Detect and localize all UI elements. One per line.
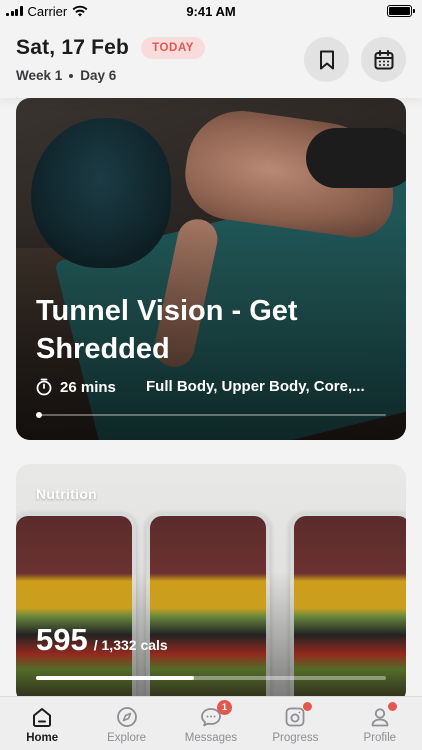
tab-profile-label: Profile [363,732,397,744]
page-title: Sat, 17 Feb [16,36,130,59]
calories-row: 595 / 1,332 cals [36,622,168,658]
calendar-button[interactable] [361,37,406,82]
workout-duration: 26 mins [36,378,116,396]
calories-eaten: 595 [36,622,88,657]
today-badge: TODAY [141,37,206,59]
content-scroll[interactable]: Tunnel Vision - Get Shredded 26 mins Ful… [0,98,422,696]
workout-card[interactable]: Tunnel Vision - Get Shredded 26 mins Ful… [16,98,406,440]
status-left: Carrier [6,4,88,19]
stopwatch-icon [36,378,52,396]
chat-icon: 1 [198,700,232,729]
messages-badge: 1 [216,700,232,715]
battery-icon [387,5,415,17]
header: Sat, 17 Feb TODAY Week 1 Day 6 [0,22,422,98]
day-label: Day 6 [80,68,117,83]
week-day-row: Week 1 Day 6 [16,68,116,83]
tab-progress-label: Progress [272,732,319,744]
calories-total: / 1,332 cals [93,637,168,653]
compass-icon [114,705,140,729]
tab-home[interactable]: Home [0,705,84,744]
calendar-icon [374,49,393,69]
bookmark-icon [319,50,334,69]
tab-bar: Home Explore 1 Messages Progress Profile [0,696,422,750]
tab-profile[interactable]: Profile [338,702,422,744]
profile-icon [367,702,397,729]
status-bar: Carrier 9:41 AM [0,0,422,22]
carrier-label: Carrier [27,3,68,19]
calories-progress-bar [36,676,386,680]
tab-progress[interactable]: Progress [253,702,337,744]
separator-dot [69,73,74,78]
nutrition-card[interactable]: Nutrition 595 / 1,332 cals [16,464,406,696]
wifi-icon [72,5,88,17]
tab-messages[interactable]: 1 Messages [169,700,253,744]
nutrition-label: Nutrition [36,486,98,502]
tab-explore-label: Explore [107,732,147,744]
workout-progress-knob [36,412,42,418]
tab-home-label: Home [26,732,59,744]
week-label: Week 1 [16,68,63,83]
workout-tags: Full Body, Upper Body, Core,... [146,378,365,395]
tab-explore[interactable]: Explore [85,705,169,744]
signal-icon [6,6,23,16]
home-icon [29,705,55,729]
workout-duration-label: 26 mins [60,378,116,396]
tab-messages-label: Messages [184,732,238,744]
progress-dot [303,702,313,711]
bookmark-button[interactable] [304,37,349,82]
calories-progress-fill [36,676,194,680]
workout-title: Tunnel Vision - Get Shredded [36,295,298,365]
status-time: 9:41 AM [186,3,236,19]
camera-icon [282,702,313,729]
workout-progress-bar [36,412,386,418]
date-row: Sat, 17 Feb TODAY [16,36,206,60]
profile-dot [387,702,397,711]
